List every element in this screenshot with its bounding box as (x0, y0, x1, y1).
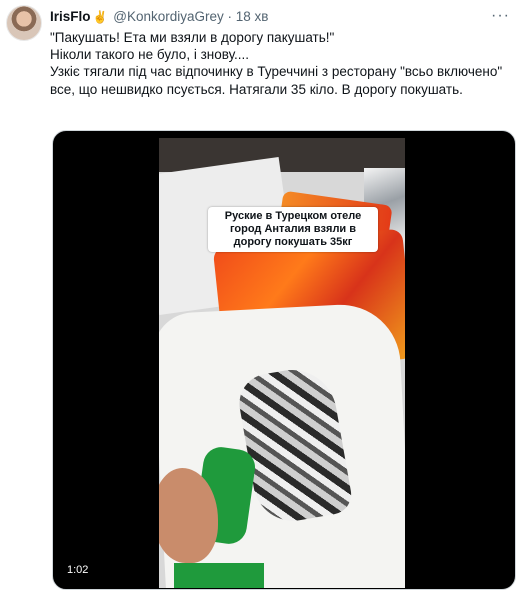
video-frame[interactable] (159, 138, 405, 588)
tweet-text-line: Узкіє тягали під час відпочинку в Туречч… (50, 64, 503, 97)
tweet-header: IrisFlo ✌ @KonkordiyaGrey · 18 хв (50, 9, 268, 25)
timestamp[interactable]: 18 хв (236, 9, 269, 24)
victory-hand-emoji-icon: ✌ (92, 10, 108, 24)
separator-dot: · (227, 9, 233, 24)
tweet-text-line: "Пакушать! Ета ми взяли в дорогу пакушат… (50, 30, 335, 45)
video-player[interactable]: Руские в Турецком отеле город Анталия вз… (52, 130, 516, 590)
tweet-text-line: Ніколи такого не було, і знову.... (50, 47, 249, 63)
avatar[interactable] (6, 5, 42, 41)
tweet-text: "Пакушать! Ета ми взяли в дорогу пакушат… (50, 29, 510, 98)
author-name[interactable]: IrisFlo (50, 9, 91, 24)
more-dots-icon[interactable]: ··· (491, 7, 510, 25)
video-caption-overlay: Руские в Турецком отеле город Анталия вз… (208, 207, 378, 252)
video-duration-badge: 1:02 (63, 563, 93, 577)
author-handle[interactable]: @KonkordiyaGrey (113, 9, 224, 24)
tweet-card[interactable]: IrisFlo ✌ @KonkordiyaGrey · 18 хв ··· "Па… (0, 0, 524, 594)
